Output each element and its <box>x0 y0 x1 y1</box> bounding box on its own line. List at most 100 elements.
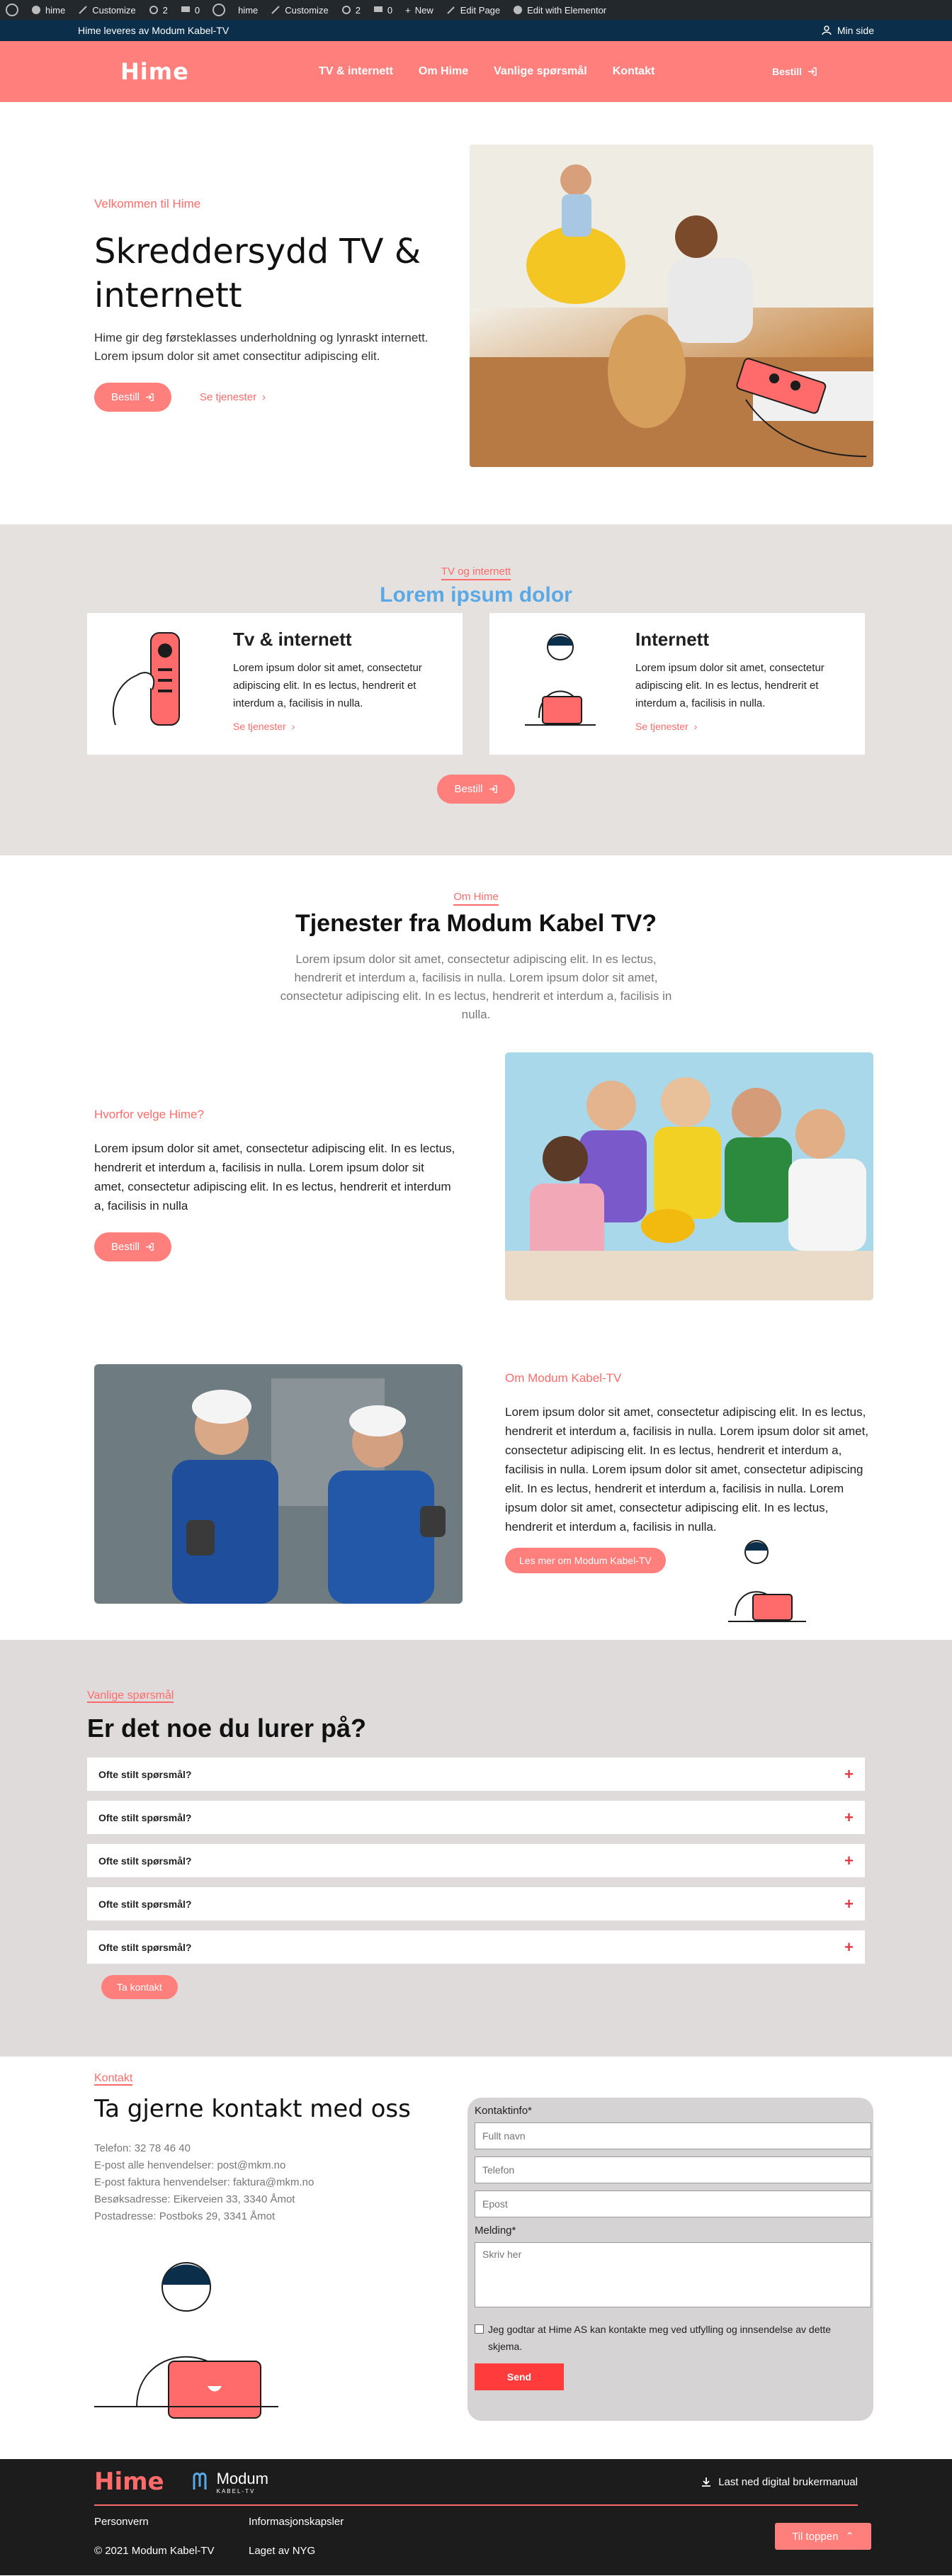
faq-item[interactable]: Ofte stilt spørsmål? + <box>87 1757 865 1791</box>
back-to-top-button[interactable]: Til toppen ⌃ <box>775 2523 871 2550</box>
hero-order-label: Bestill <box>111 391 140 403</box>
plus-icon: + <box>405 4 411 16</box>
service-card-internet: Internett Lorem ipsum dolor sit amet, co… <box>489 613 865 755</box>
plus-icon: + <box>844 1894 854 1913</box>
tv-title: Lorem ipsum dolor <box>380 583 572 607</box>
faq-item[interactable]: Ofte stilt spørsmål? + <box>87 1930 865 1964</box>
hero-services-label: Se tjenester <box>200 391 257 403</box>
faq-item[interactable]: Ofte stilt spørsmål? + <box>87 1844 865 1877</box>
nav-item-tv-internett[interactable]: TV & internett <box>319 65 393 78</box>
faq-question: Ofte stilt spørsmål? <box>98 1768 192 1780</box>
admin-customize-link-2[interactable]: Customize <box>271 5 329 16</box>
chevron-up-icon: ⌃ <box>845 2531 854 2543</box>
consent-checkbox[interactable] <box>475 2324 484 2334</box>
faq-item[interactable]: Ofte stilt spørsmål? + <box>87 1801 865 1834</box>
tv-order-button[interactable]: Bestill <box>437 775 515 804</box>
message-field[interactable] <box>475 2242 871 2307</box>
tv-section: TV og internett Lorem ipsum dolor Tv & i… <box>0 524 952 855</box>
download-icon <box>702 2477 711 2487</box>
plus-icon: + <box>844 1765 854 1783</box>
admin-new-link[interactable]: + New <box>405 5 434 16</box>
admin-updates-link[interactable]: 2 <box>149 5 168 16</box>
admin-comments-link-2[interactable]: 0 <box>373 5 392 16</box>
faq-contact-button[interactable]: Ta kontakt <box>101 1975 178 1999</box>
admin-customize-link[interactable]: Customize <box>78 5 136 16</box>
my-page-link[interactable]: Min side <box>822 25 874 36</box>
wp-admin-bar: hime Customize 2 0 hime Customize 2 0 + … <box>0 0 952 20</box>
sign-in-icon <box>145 393 154 401</box>
download-manual-link[interactable]: Last ned digital brukermanual <box>701 2476 858 2488</box>
admin-site-label: hime <box>45 4 66 16</box>
card-internet-text: Lorem ipsum dolor sit amet, consectetur … <box>635 662 824 709</box>
fullname-field[interactable] <box>475 2122 871 2149</box>
services-title: Tjenester fra Modum Kabel TV? <box>295 910 657 937</box>
header-order-button[interactable]: Bestill <box>772 66 817 77</box>
download-manual-label: Last ned digital brukermanual <box>718 2475 858 2488</box>
admin-site-label-2: hime <box>238 4 259 16</box>
faq-item[interactable]: Ofte stilt spørsmål? + <box>87 1887 865 1920</box>
admin-elementor-label: Edit with Elementor <box>527 4 607 16</box>
hero-order-button[interactable]: Bestill <box>94 383 172 412</box>
admin-comments-count: 0 <box>194 4 200 16</box>
card-tv-link[interactable]: Se tjenester › <box>233 721 295 732</box>
footer-cookies-link[interactable]: Informasjonskapsler <box>249 2516 403 2528</box>
why-text: Lorem ipsum dolor sit amet, consectetur … <box>94 1142 455 1213</box>
updates-icon <box>149 6 158 14</box>
plus-icon: + <box>844 1808 854 1826</box>
nav-item-kontakt[interactable]: Kontakt <box>613 65 655 78</box>
modum-logo[interactable]: Modum KABEL-TV <box>191 2470 268 2495</box>
site-logo[interactable]: Hime <box>120 58 319 85</box>
chevron-right-icon: › <box>291 721 295 732</box>
card-internet-link[interactable]: Se tjenester › <box>635 721 697 732</box>
email-field[interactable] <box>475 2190 871 2217</box>
about-more-label: Les mer om Modum Kabel-TV <box>519 1555 652 1566</box>
modum-mark-icon <box>193 2473 207 2490</box>
admin-comments-link[interactable]: 0 <box>181 5 200 16</box>
wordpress-icon[interactable] <box>6 4 18 16</box>
faq-question: Ofte stilt spørsmål? <box>98 1898 192 1910</box>
phone-field[interactable] <box>475 2156 871 2183</box>
consent-text: Jeg godtar at Hime AS kan kontakte meg v… <box>488 2324 832 2352</box>
services-lead: Lorem ipsum dolor sit amet, consectetur … <box>280 952 672 1021</box>
footer-logo[interactable]: Hime <box>94 2468 164 2496</box>
send-button[interactable]: Send <box>475 2363 564 2390</box>
admin-elementor-link[interactable]: Edit with Elementor <box>513 5 606 16</box>
main-nav: TV & internett Om Hime Vanlige spørsmål … <box>319 65 654 78</box>
card-tv-title: Tv & internett <box>233 629 352 650</box>
admin-updates-link-2[interactable]: 2 <box>341 5 361 16</box>
admin-updates-count-2: 2 <box>355 4 361 16</box>
hero-section: Velkommen til Hime Skreddersydd TV & int… <box>0 102 952 524</box>
footer-privacy-link[interactable]: Personvern <box>94 2516 249 2528</box>
laptop-person-illustration <box>504 626 624 742</box>
about-more-button[interactable]: Les mer om Modum Kabel-TV <box>505 1548 666 1573</box>
admin-comments-count-2: 0 <box>387 4 393 16</box>
service-card-tv: Tv & internett Lorem ipsum dolor sit ame… <box>87 613 463 755</box>
services-eyebrow: Om Hime <box>453 891 499 906</box>
admin-site-link-2[interactable]: hime <box>238 5 258 16</box>
modum-logo-text: Modum <box>216 2469 268 2487</box>
site-footer: Hime Modum KABEL-TV Last ned digital bru… <box>0 2459 952 2575</box>
admin-edit-page-link[interactable]: Edit Page <box>446 5 500 16</box>
comment-icon <box>373 6 382 12</box>
footer-credits[interactable]: Laget av NYG <box>249 2545 403 2557</box>
laptop-person-illustration <box>725 1531 810 1626</box>
hero-eyebrow: Velkommen til Hime <box>94 197 201 210</box>
wordpress-icon[interactable] <box>212 4 226 16</box>
why-order-button[interactable]: Bestill <box>94 1232 172 1261</box>
why-order-label: Bestill <box>111 1241 140 1253</box>
about-eyebrow: Om Modum Kabel-TV <box>505 1371 622 1385</box>
nav-item-om-hime[interactable]: Om Hime <box>419 65 468 78</box>
about-text: Lorem ipsum dolor sit amet, consectetur … <box>505 1405 869 1534</box>
nav-item-faq[interactable]: Vanlige spørsmål <box>494 65 587 78</box>
footer-copyright: © 2021 Modum Kabel-TV <box>94 2545 215 2557</box>
contact-illustration <box>94 2248 293 2425</box>
plus-icon: + <box>844 1937 854 1956</box>
back-to-top-label: Til toppen <box>792 2530 839 2543</box>
card-tv-link-label: Se tjenester <box>233 721 286 732</box>
faq-eyebrow: Vanlige spørsmål <box>87 1689 174 1703</box>
admin-site-link[interactable]: hime <box>31 5 65 16</box>
chevron-right-icon: › <box>693 721 698 732</box>
faq-question: Ofte stilt spørsmål? <box>98 1855 192 1867</box>
hero-services-link[interactable]: Se tjenester › <box>200 391 266 403</box>
plus-icon: + <box>844 1851 854 1869</box>
